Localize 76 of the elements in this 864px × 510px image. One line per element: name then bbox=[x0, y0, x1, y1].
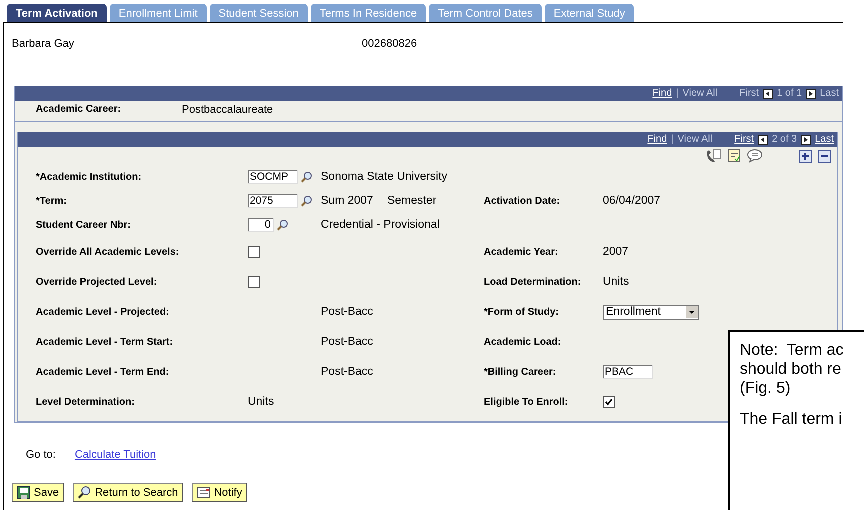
field-label: Level Determination: bbox=[36, 396, 135, 408]
tab[interactable]: Term Activation bbox=[7, 4, 107, 22]
view-all-link[interactable]: View All bbox=[678, 134, 713, 145]
next-icon[interactable] bbox=[801, 134, 812, 144]
note-text: The Fall term i bbox=[740, 410, 842, 429]
field-value: 06/04/2007 bbox=[603, 195, 661, 207]
view-all-link[interactable]: View All bbox=[682, 88, 718, 99]
calculate-tuition-link[interactable]: Calculate Tuition bbox=[74, 449, 156, 463]
field-label: Academic Load: bbox=[484, 336, 562, 348]
field-value: Post-Bacc bbox=[321, 306, 374, 318]
delete-row-icon[interactable] bbox=[818, 150, 831, 162]
field-label: Academic Level - Projected: bbox=[36, 306, 170, 318]
lookup-field[interactable]: 2075 bbox=[248, 194, 298, 208]
row-count: 2 of 3 bbox=[772, 134, 798, 145]
lookup-field[interactable]: SOCMP bbox=[248, 170, 298, 184]
checkbox[interactable] bbox=[603, 396, 615, 408]
field-label: *Billing Career: bbox=[484, 366, 556, 378]
first-link[interactable]: First bbox=[740, 88, 760, 99]
field-label: Student Career Nbr: bbox=[36, 220, 132, 230]
field-label: *Academic Institution: bbox=[36, 172, 142, 182]
note-text: (Fig. 5) bbox=[740, 379, 791, 398]
checkbox[interactable] bbox=[248, 246, 260, 258]
notepad-icon[interactable] bbox=[728, 149, 741, 163]
add-row-icon[interactable] bbox=[799, 150, 812, 162]
separator: | bbox=[671, 134, 674, 145]
field-label: *Term: bbox=[36, 196, 67, 206]
search-icon[interactable] bbox=[277, 219, 289, 231]
previous-icon[interactable] bbox=[763, 88, 774, 98]
goto-label: Go to: bbox=[26, 449, 56, 463]
field-label: Override All Academic Levels: bbox=[36, 246, 180, 258]
field-label: Academic Level - Term End: bbox=[36, 366, 170, 378]
field-label: Academic Career: bbox=[36, 104, 122, 117]
save-icon bbox=[17, 486, 31, 500]
checkbox[interactable] bbox=[248, 276, 260, 288]
find-link[interactable]: Find bbox=[652, 88, 672, 99]
field-value: Post-Bacc bbox=[321, 366, 374, 378]
field-label: Activation Date: bbox=[484, 196, 560, 206]
next-icon[interactable] bbox=[806, 88, 816, 98]
description-text: Semester bbox=[387, 195, 437, 207]
field-value: Units bbox=[248, 396, 274, 408]
search-icon[interactable] bbox=[301, 195, 313, 207]
student-id: 002680826 bbox=[362, 38, 418, 52]
field-label: Academic Level - Term Start: bbox=[36, 336, 174, 348]
first-link[interactable]: First bbox=[734, 134, 754, 145]
field-value: Post-Bacc bbox=[321, 336, 374, 348]
speech-bubble-icon[interactable] bbox=[747, 149, 763, 163]
save-button[interactable]: Save bbox=[12, 483, 64, 502]
field-value: Postbaccalaureate bbox=[182, 104, 274, 118]
separator: | bbox=[676, 88, 679, 99]
dropdown[interactable]: Enrollment bbox=[603, 304, 699, 320]
description-text: Sonoma State University bbox=[321, 171, 448, 183]
description-text: Sum 2007 bbox=[321, 195, 374, 207]
field-value: Units bbox=[603, 276, 630, 288]
field-label: Eligible To Enroll: bbox=[484, 396, 568, 408]
lookup-field[interactable]: 0 bbox=[248, 218, 274, 232]
notepad-icon bbox=[197, 486, 212, 500]
description-text: Credential - Provisional bbox=[321, 219, 440, 231]
last-link[interactable]: Last bbox=[820, 88, 839, 99]
note-text: Note: Term ac bbox=[740, 341, 844, 360]
input-field[interactable]: PBAC bbox=[603, 365, 653, 379]
field-label: *Form of Study: bbox=[484, 306, 559, 318]
student-name: Barbara Gay bbox=[12, 38, 76, 52]
field-label: Academic Year: bbox=[484, 246, 558, 258]
search-icon bbox=[78, 486, 92, 500]
notify-button[interactable]: Notify bbox=[192, 483, 248, 502]
field-value: 2007 bbox=[603, 246, 629, 258]
field-label: Override Projected Level: bbox=[36, 276, 158, 288]
previous-icon[interactable] bbox=[758, 134, 768, 144]
row-count: 1 of 1 bbox=[777, 88, 802, 99]
last-link[interactable]: Last bbox=[815, 134, 834, 145]
search-button[interactable]: Return to Search bbox=[73, 483, 184, 502]
search-icon[interactable] bbox=[301, 171, 313, 183]
find-link[interactable]: Find bbox=[648, 134, 668, 145]
field-label: Load Determination: bbox=[484, 276, 582, 288]
note-text: should both re bbox=[740, 360, 842, 379]
phone-icon[interactable] bbox=[706, 149, 722, 163]
